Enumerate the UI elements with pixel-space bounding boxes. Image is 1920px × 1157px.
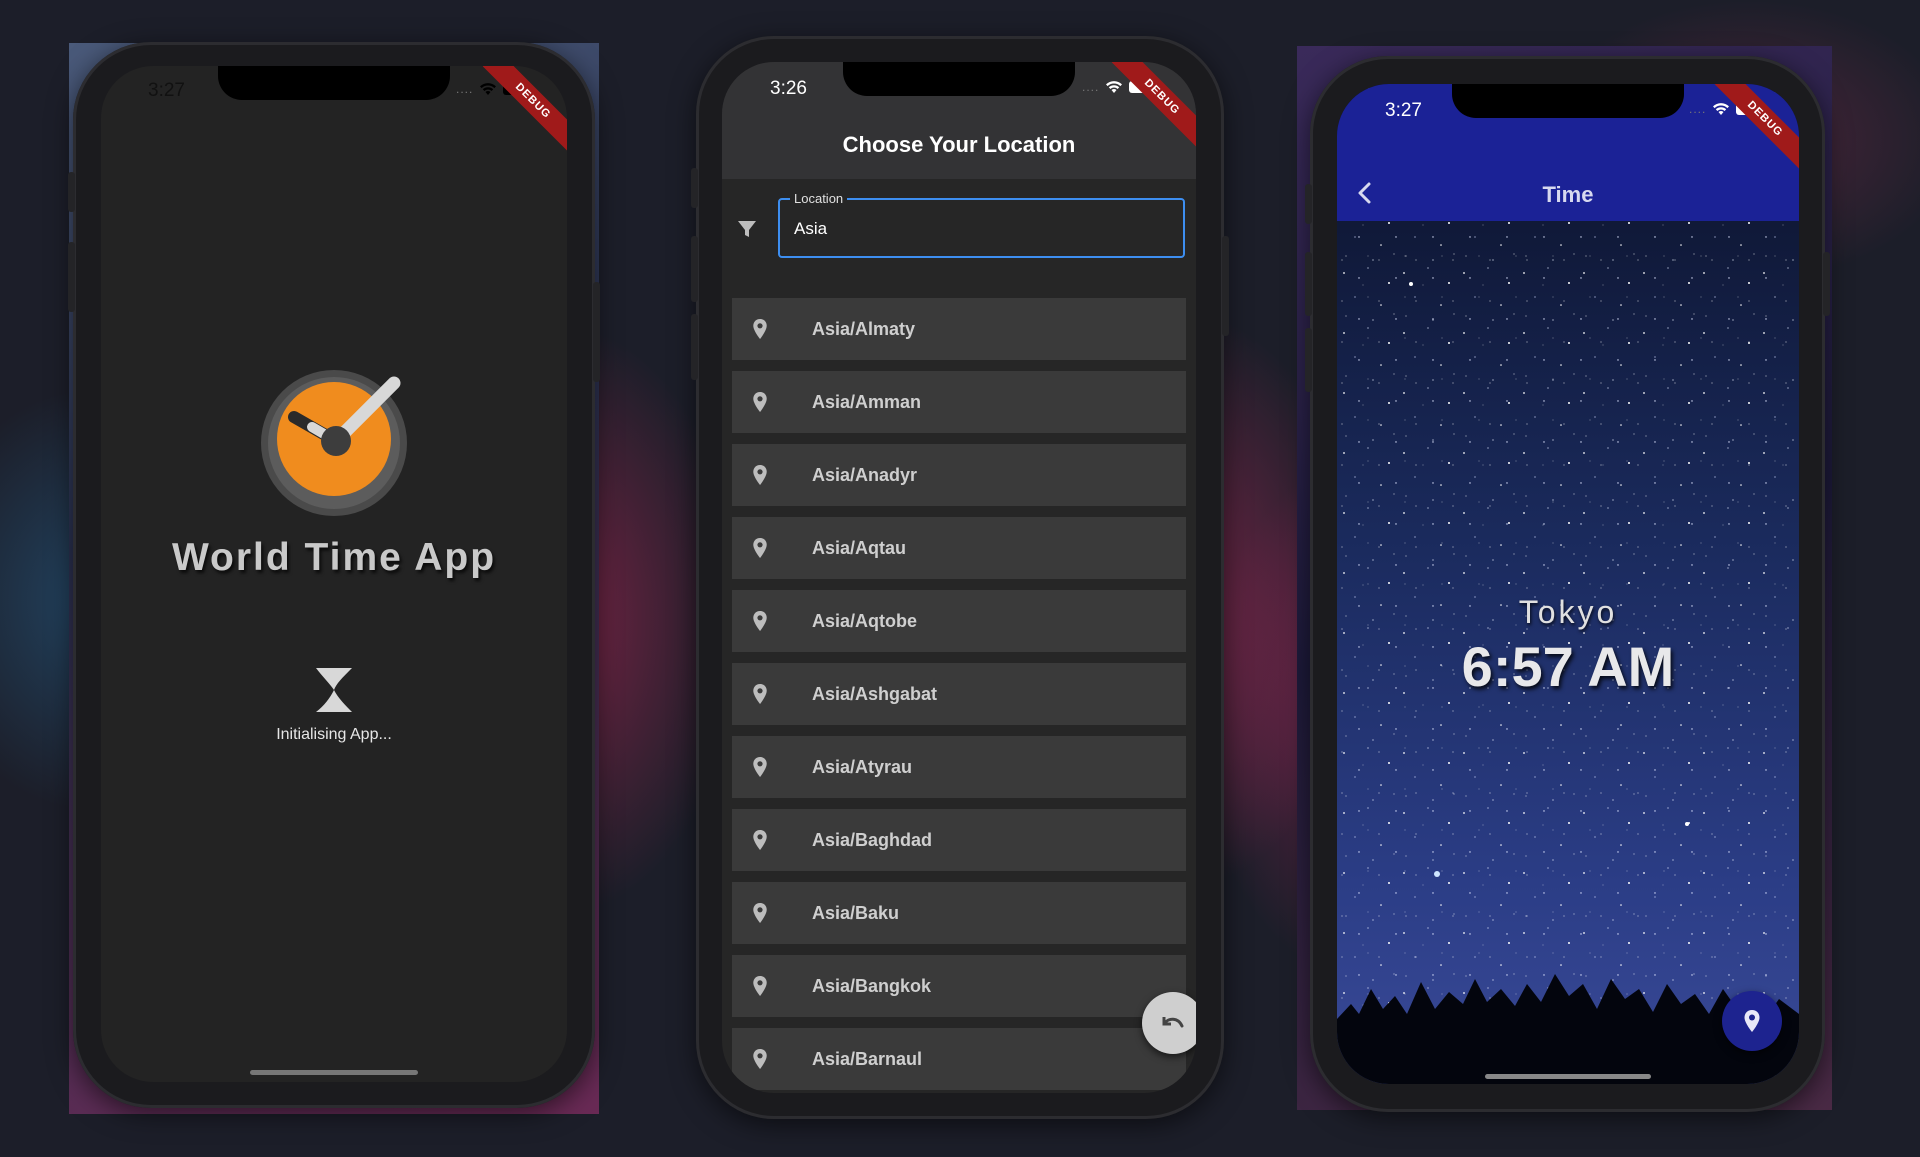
location-list-item[interactable]: Asia/Almaty [732,298,1186,360]
location-list-item[interactable]: Asia/Bangkok [732,955,1186,1017]
location-pin-icon [753,465,767,485]
splash-phone: 3:27 .... DEBUG World Time App Initialis… [68,42,600,1108]
location-label: Asia/Aqtau [812,538,907,558]
location-pin-icon [1744,1010,1760,1032]
time-screen: 3:27 .... DEBUG Time Tokyo 6:57 AM [1337,84,1799,1084]
location-label: Asia/Bangkok [812,976,932,996]
location-list: Asia/Almaty Asia/Amman Asia/Anadyr Asia/Aqt… [732,298,1186,1093]
home-indicator[interactable] [250,1070,418,1075]
location-pin-icon [753,976,767,996]
app-title: World Time App [171,536,497,579]
debug-banner: DEBUG [482,66,567,152]
location-field[interactable]: Location [778,191,1185,258]
location-field-label: Location [790,191,848,206]
location-list-item[interactable]: Asia/Aqtobe [732,590,1186,652]
wifi-icon [1106,81,1123,93]
chooser-screen: 3:26 .... DEBUG Choose Your Location Loc… [722,62,1196,1093]
chooser-phone: 3:26 .... DEBUG Choose Your Location Loc… [691,36,1229,1119]
time-phone: 3:27 .... DEBUG Time Tokyo 6:57 AM [1305,56,1830,1112]
location-pin-icon [753,319,767,339]
splash-screen: 3:27 .... DEBUG World Time App Initialis… [101,66,567,1082]
location-list-item[interactable]: Asia/Ashgabat [732,663,1186,725]
status-time: 3:27 [1385,100,1422,121]
current-time: 6:57 AM [1461,635,1675,698]
night-sky-background [1337,84,1799,1084]
location-pin-icon [753,830,767,850]
signal-icon: .... [1082,80,1100,94]
location-list-item[interactable]: Asia/Aqtau [732,517,1186,579]
location-list-item[interactable]: Asia/Anadyr [732,444,1186,506]
status-time: 3:27 [148,80,185,101]
location-pin-icon [753,538,767,558]
location-pin-icon [753,684,767,704]
location-list-item[interactable]: Asia/Barnaul [732,1028,1186,1090]
signal-icon: .... [1689,102,1707,116]
loading-text: Initialising App... [276,726,392,743]
location-list-item[interactable]: Asia/Amman [732,371,1186,433]
location-label: Asia/Aqtobe [812,611,918,631]
location-pin-icon [753,1049,767,1069]
location-label: Asia/Baghdad [812,830,933,850]
page-title: Choose Your Location [842,132,1076,157]
city-name: Tokyo [1518,594,1618,630]
location-label: Asia/Amman [812,392,922,412]
page-title: Time [1542,182,1594,207]
home-indicator[interactable] [1485,1074,1651,1079]
location-label: Asia/Baku [812,903,900,923]
location-list-item[interactable]: Asia/Baku [732,882,1186,944]
undo-icon [1162,1017,1184,1028]
filter-icon [738,221,756,237]
location-label: Asia/Almaty [812,319,916,339]
status-time: 3:26 [770,78,807,99]
location-pin-icon [753,903,767,923]
location-input[interactable] [792,218,1166,240]
location-pin-icon [753,611,767,631]
wifi-icon [1713,103,1730,115]
location-pin-icon [753,392,767,412]
location-label: Asia/Atyrau [812,757,913,777]
signal-icon: .... [456,82,474,96]
location-list-item[interactable]: Asia/Baghdad [732,809,1186,871]
clock-logo-icon [261,370,407,516]
location-list-item[interactable]: Asia/Atyrau [732,736,1186,798]
wifi-icon [480,83,497,95]
undo-button[interactable] [1142,992,1196,1054]
loading-spinner-icon [316,668,352,712]
location-label: Asia/Ashgabat [812,684,938,704]
location-label: Asia/Anadyr [812,465,918,485]
location-label: Asia/Barnaul [812,1049,923,1069]
choose-location-button[interactable] [1722,991,1782,1051]
location-pin-icon [753,757,767,777]
